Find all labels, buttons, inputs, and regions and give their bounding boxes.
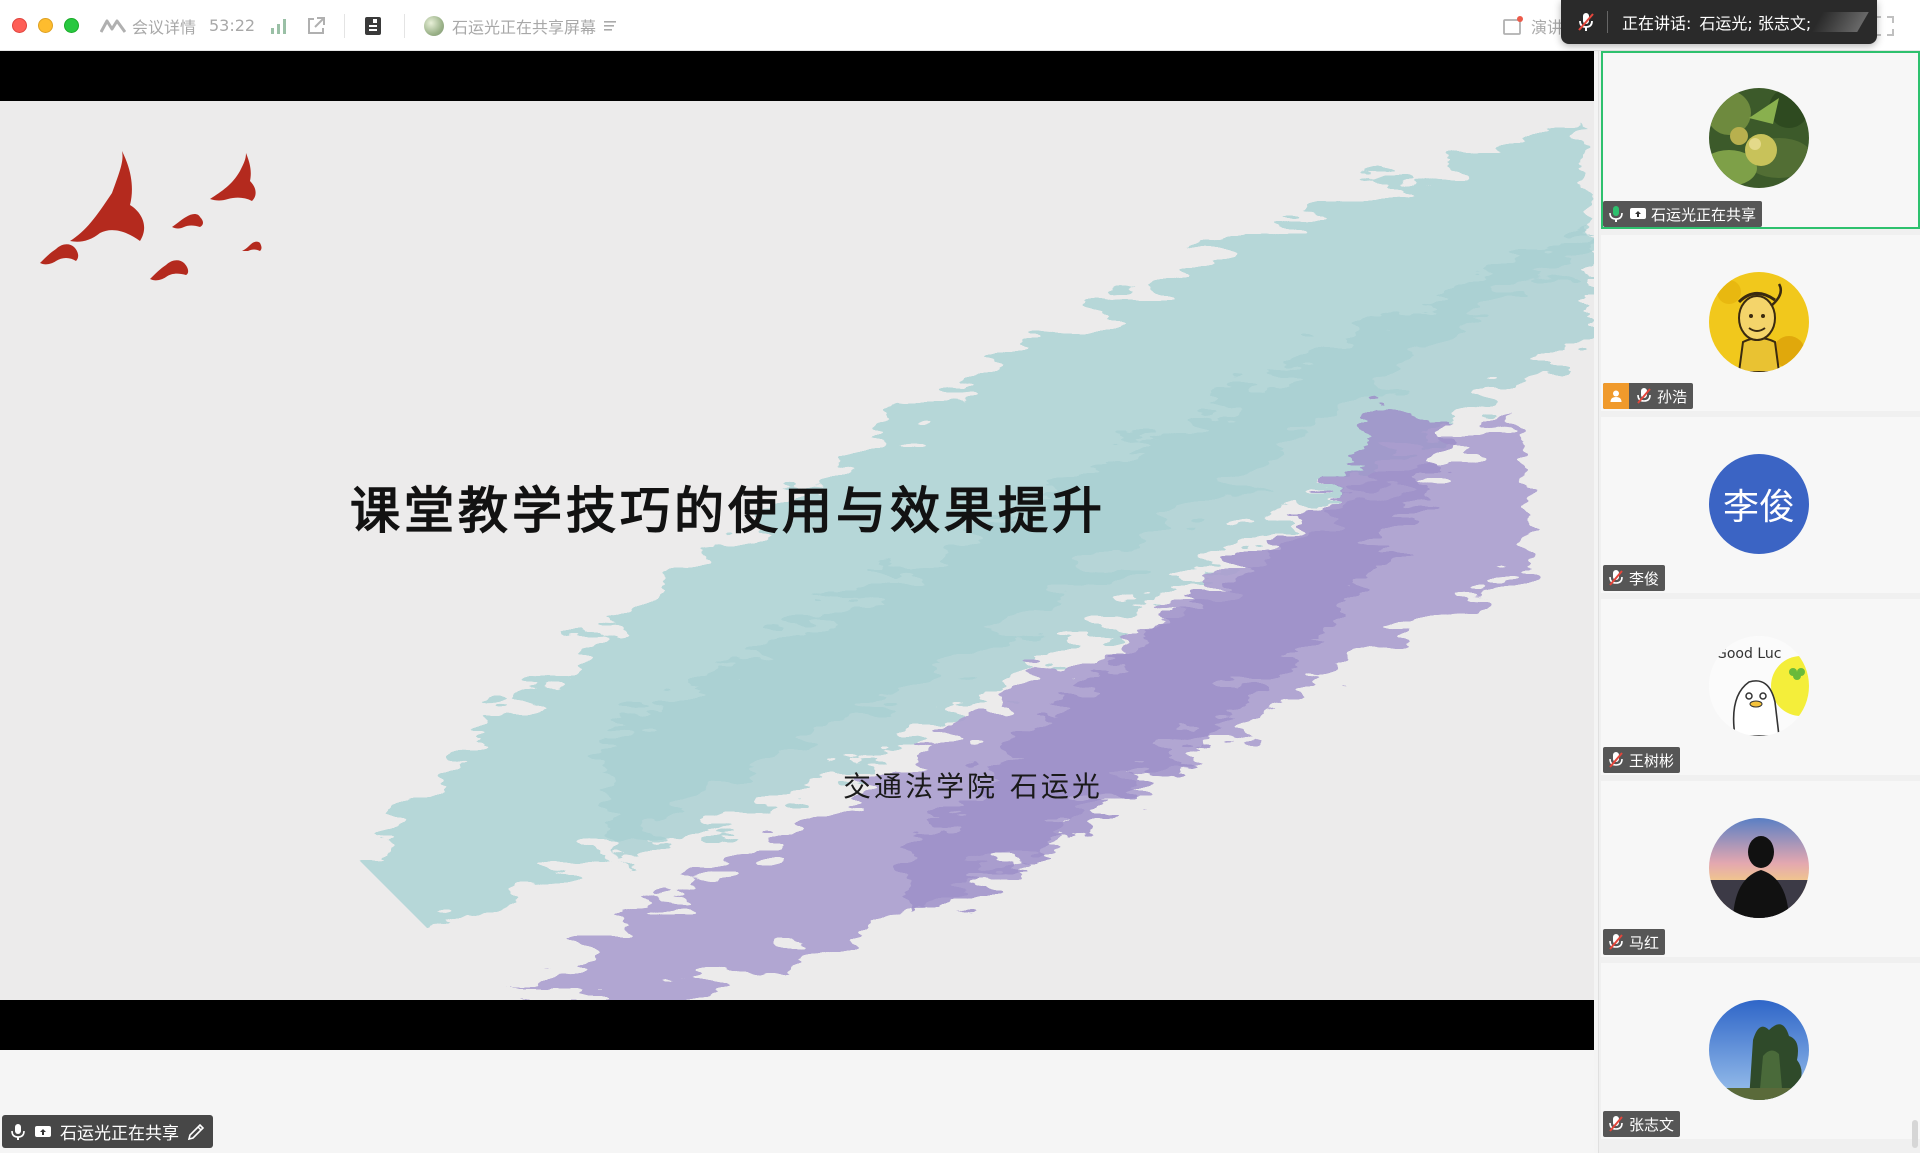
maximize-window-button[interactable] — [64, 18, 79, 33]
toolbar-divider — [404, 14, 405, 38]
cartoon-man-avatar — [1709, 272, 1809, 372]
participant-name: 马红 — [1629, 933, 1660, 952]
network-signal-button[interactable] — [270, 0, 288, 51]
speaking-divider — [1607, 11, 1608, 33]
meeting-details-button[interactable]: 会议详情 — [100, 0, 196, 51]
sharing-status-text: 石运光正在共享屏幕 — [452, 17, 597, 37]
peach-photo-avatar — [1709, 88, 1809, 188]
elapsed-time: 53:22 — [209, 16, 256, 35]
tree-sky-avatar — [1709, 1000, 1809, 1100]
meeting-window: 会议详情 53:22 石运光正在共享屏幕 演讲 正在讲话: 石运光; 张志文; … — [0, 0, 1920, 1153]
fullscreen-button[interactable] — [1874, 0, 1894, 51]
letterbox-top — [0, 51, 1594, 101]
slide-title: 课堂教学技巧的使用与效果提升 — [350, 481, 1106, 540]
participant-name-tag: 石运光正在共享 — [1603, 201, 1763, 227]
letterbox-bottom — [0, 1000, 1594, 1050]
signal-icon — [271, 18, 286, 34]
mic-icon — [11, 1123, 25, 1140]
mic-muted-icon — [1609, 752, 1623, 768]
speaking-indicator: 正在讲话: 石运光; 张志文; — [1561, 0, 1877, 44]
participant-name: 孙浩 — [1657, 387, 1688, 406]
participant-tile[interactable]: Good Luc 王树彬 — [1601, 599, 1920, 775]
avatar: 李俊 — [1709, 454, 1809, 554]
bottom-sharing-text: 石运光正在共享 — [60, 1124, 179, 1144]
bottom-sharing-label[interactable]: 石运光正在共享 — [2, 1115, 213, 1148]
host-person-icon — [1610, 390, 1622, 402]
avatar-caption: Good Luc — [1716, 646, 1782, 662]
panel-scrollbar[interactable] — [1912, 1120, 1918, 1148]
screen-share-icon — [1630, 208, 1646, 219]
participant-name-tag: 王树彬 — [1603, 747, 1681, 773]
list-icon — [604, 20, 617, 31]
sharing-status[interactable]: 石运光正在共享屏幕 — [424, 0, 618, 51]
host-badge — [1603, 383, 1629, 409]
presentation-slide: 课堂教学技巧的使用与效果提升 交通法学院 石运光 — [0, 101, 1594, 1000]
participant-tile[interactable]: 石运光正在共享 — [1601, 51, 1920, 229]
app-logo-icon — [100, 19, 126, 33]
close-window-button[interactable] — [12, 18, 27, 33]
participant-name-tag: 李俊 — [1603, 565, 1666, 591]
speaking-label: 正在讲话: — [1622, 14, 1692, 33]
speaking-names: 石运光; 张志文; — [1699, 14, 1812, 33]
speaking-fade — [1811, 12, 1869, 32]
participant-name: 石运光正在共享 — [1651, 205, 1757, 224]
slide-background-art — [40, 121, 1594, 1000]
silhouette-sunset-avatar — [1709, 818, 1809, 918]
participant-name-tag: 马红 — [1603, 929, 1666, 955]
document-icon — [365, 16, 381, 35]
mic-active-icon — [1609, 206, 1623, 222]
annotate-pen-icon[interactable] — [187, 1123, 205, 1141]
slide-subtitle: 交通法学院 石运光 — [843, 770, 1103, 803]
minimize-window-button[interactable] — [38, 18, 53, 33]
toolbar-divider — [344, 14, 345, 38]
present-label: 演讲 — [1531, 17, 1564, 37]
participant-name: 王树彬 — [1629, 751, 1675, 770]
mic-speaking-icon — [1578, 13, 1594, 31]
participant-tile[interactable]: 张志文 — [1601, 963, 1920, 1139]
sharer-avatar-icon — [424, 15, 444, 36]
present-button[interactable]: 演讲 — [1503, 0, 1563, 51]
pop-out-button[interactable] — [306, 0, 326, 51]
avatar — [1709, 88, 1809, 188]
fullscreen-icon — [1874, 15, 1894, 36]
document-button[interactable] — [364, 0, 382, 51]
participant-name-tag: 张志文 — [1603, 1111, 1681, 1137]
avatar — [1709, 272, 1809, 372]
participant-tile[interactable]: 孙浩 — [1601, 235, 1920, 411]
mic-muted-icon — [1637, 388, 1651, 404]
avatar: Good Luc — [1709, 636, 1809, 736]
participant-tile[interactable]: 李俊 李俊 — [1601, 417, 1920, 593]
mic-muted-icon — [1609, 1116, 1623, 1132]
external-link-icon — [308, 16, 325, 34]
bird-decoration — [40, 151, 262, 281]
participant-name: 李俊 — [1629, 569, 1660, 588]
meeting-details-label: 会议详情 — [132, 17, 197, 37]
present-icon — [1503, 15, 1523, 35]
avatar — [1709, 1000, 1809, 1100]
avatar — [1709, 818, 1809, 918]
screen-share-icon — [35, 1125, 51, 1137]
mic-muted-icon — [1609, 570, 1623, 586]
participant-tile[interactable]: 马红 — [1601, 781, 1920, 957]
mic-muted-icon — [1609, 934, 1623, 950]
participant-name: 张志文 — [1629, 1115, 1675, 1134]
participant-name-tag: 孙浩 — [1603, 383, 1694, 409]
